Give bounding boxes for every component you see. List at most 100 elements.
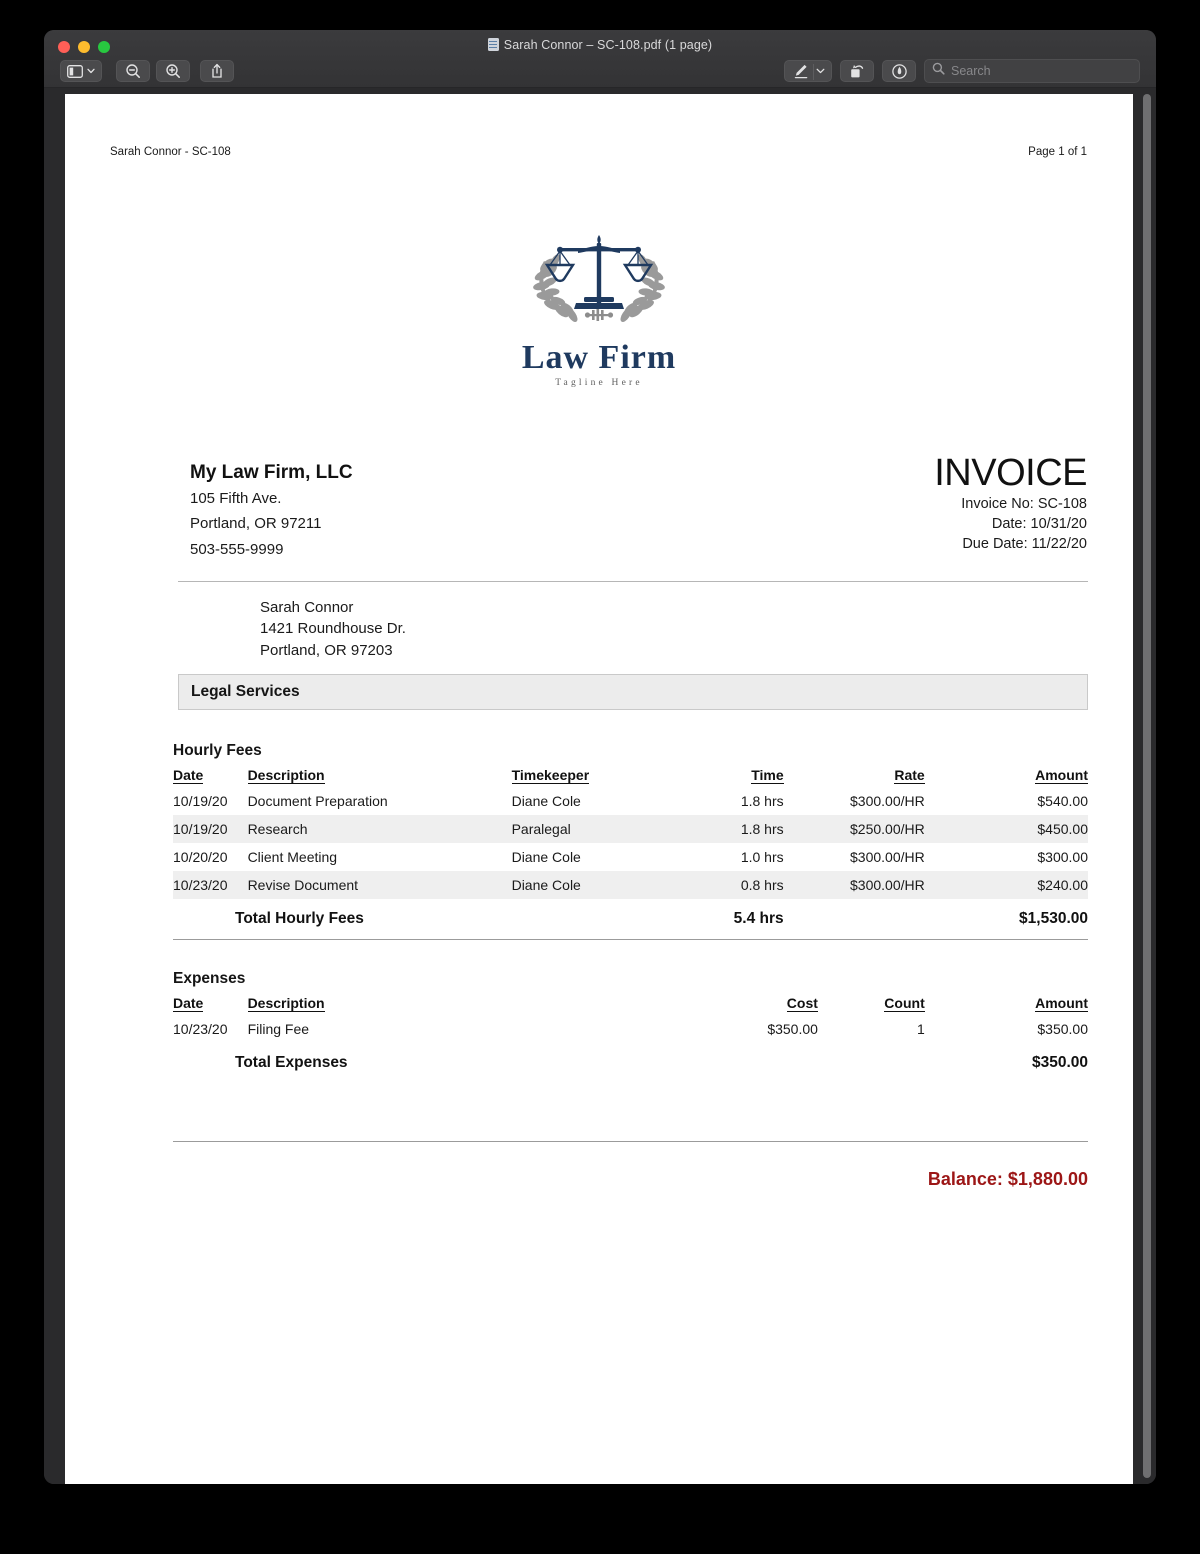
client-address-2: Portland, OR 97203 [260,641,393,659]
document-header-right: Page 1 of 1 [1028,146,1087,158]
hourly-fees-total-row: Total Hourly Fees 5.4 hrs $1,530.00 [173,899,1088,939]
window-title: Sarah Connor – SC-108.pdf (1 page) [44,38,1156,52]
client-name: Sarah Connor [260,599,354,616]
share-icon [210,63,224,79]
table-row: 10/19/20 Document Preparation Diane Cole… [173,787,1088,815]
cell-date: 10/23/20 [173,871,248,899]
header-divider [178,581,1088,582]
col-header-amount: Amount [1035,767,1088,784]
cell-amount: $540.00 [1037,793,1088,809]
cell-time: 0.8 hrs [672,871,784,899]
expenses-total-amount: $350.00 [1031,1054,1088,1071]
chevron-down-icon [87,68,95,74]
cell-amount: $350.00 [1037,1021,1088,1037]
col-header-rate: Rate [894,767,925,784]
balance-amount: Balance: $1,880.00 [927,1169,1088,1189]
col-header-date: Date [173,767,204,784]
cell-timekeeper: Diane Cole [511,849,581,865]
pdf-document-icon [487,38,499,51]
col-header-amount: Amount [1035,995,1088,1012]
logo-tagline: Tagline Here [555,378,643,388]
cell-date: 10/19/20 [173,793,228,809]
hourly-fees-body: 10/19/20 Document Preparation Diane Cole… [173,787,1088,939]
zoom-in-button[interactable] [156,60,190,82]
pdf-page: Sarah Connor - SC-108 Page 1 of 1 Law Fi… [65,94,1133,1484]
sidebar-icon [67,64,83,78]
cell-description: Research [247,815,512,843]
table-row: 10/19/20 Research Paralegal 1.8 hrs $250… [173,815,1088,843]
cell-timekeeper: Paralegal [511,815,673,843]
markup-button[interactable] [784,60,832,82]
vertical-scrollbar[interactable] [1141,92,1153,1480]
cell-timekeeper: Diane Cole [511,793,581,809]
cell-description: Revise Document [247,871,512,899]
firm-address-1: 105 Fifth Ave. [190,490,282,507]
col-header-cost: Cost [786,995,818,1012]
pdf-content-area: Sarah Connor - SC-108 Page 1 of 1 Law Fi… [44,88,1156,1484]
markup-divider [813,64,814,80]
window-title-text: Sarah Connor – SC-108.pdf (1 page) [503,38,713,52]
hourly-fees-bottom-rule [173,939,1088,940]
table-row: 10/20/20 Client Meeting Diane Cole 1.0 h… [173,843,1088,871]
rotate-left-button[interactable] [840,60,874,82]
share-button[interactable] [200,60,234,82]
annotate-button[interactable] [882,60,916,82]
cell-cost: $350.00 [767,1021,818,1037]
service-category-label: Legal Services [191,683,300,700]
invoice-date: Date: 10/31/20 [991,516,1087,532]
client-address-block: Sarah Connor 1421 Roundhouse Dr. Portlan… [260,597,406,661]
col-header-count: Count [884,995,925,1012]
cell-description: Client Meeting [247,849,338,865]
expenses-title: Expenses [173,970,246,987]
cell-date: 10/20/20 [173,849,228,865]
hourly-total-spacer [784,899,925,939]
search-input[interactable]: Search [924,59,1140,83]
chevron-down-icon[interactable] [816,68,825,74]
document-header-left: Sarah Connor - SC-108 [110,146,231,158]
cell-amount: $450.00 [924,815,1088,843]
expenses-total-row: Total Expenses $350.00 [173,1043,1088,1083]
firm-name: My Law Firm, LLC [190,462,353,483]
scrollbar-thumb[interactable] [1143,94,1151,1478]
invoice-number: Invoice No: SC-108 [961,496,1087,512]
col-header-description: Description [247,767,325,784]
zoom-out-button[interactable] [116,60,150,82]
hourly-total-label: Total Hourly Fees [235,910,364,927]
cell-time: 1.8 hrs [672,815,784,843]
hourly-fees-table: Date Description Timekeeper Time Rate Am… [173,767,1088,939]
expenses-header-row: Date Description Cost Count Amount [173,995,1088,1015]
col-header-time: Time [751,767,784,784]
search-icon [932,62,945,80]
zoom-in-icon [165,63,181,79]
firm-address-2: Portland, OR 97211 [190,515,322,533]
cell-amount: $300.00 [1037,849,1088,865]
pen-icon [793,63,809,79]
invoice-meta-block: INVOICE Invoice No: SC-108 Date: 10/31/2… [934,454,1087,552]
cell-rate: $300.00/HR [850,849,925,865]
search-placeholder: Search [951,64,991,78]
col-header-timekeeper: Timekeeper [511,767,590,784]
sidebar-toggle-button[interactable] [60,60,102,82]
service-category-bar: Legal Services [178,674,1088,710]
col-header-description: Description [247,995,325,1012]
firm-phone: 503-555-9999 [190,540,284,558]
cell-timekeeper: Diane Cole [511,871,673,899]
balance-divider [173,1141,1088,1142]
preview-window: Sarah Connor – SC-108.pdf (1 page) Searc… [44,30,1156,1484]
cell-rate: $250.00/HR [783,815,925,843]
invoice-due-date: Due Date: 11/22/20 [962,536,1087,552]
cell-count: 1 [916,1021,925,1037]
cell-time: 1.8 hrs [740,793,784,809]
zoom-out-icon [125,63,141,79]
hourly-fees-header-row: Date Description Timekeeper Time Rate Am… [173,767,1088,787]
expenses-total-spacer [818,1043,925,1083]
hourly-total-amount: $1,530.00 [1019,910,1088,927]
table-row: 10/23/20 Filing Fee $350.00 1 $350.00 [173,1015,1088,1043]
col-header-date: Date [173,995,204,1012]
law-firm-logo: Law Firm Tagline Here [65,229,1133,388]
cell-description: Filing Fee [247,1021,310,1037]
annotate-pen-circle-icon [891,63,908,80]
firm-address-block: My Law Firm, LLC 105 Fifth Ave. Portland… [190,462,353,560]
cell-description: Document Preparation [247,793,388,809]
cell-amount: $240.00 [924,871,1088,899]
